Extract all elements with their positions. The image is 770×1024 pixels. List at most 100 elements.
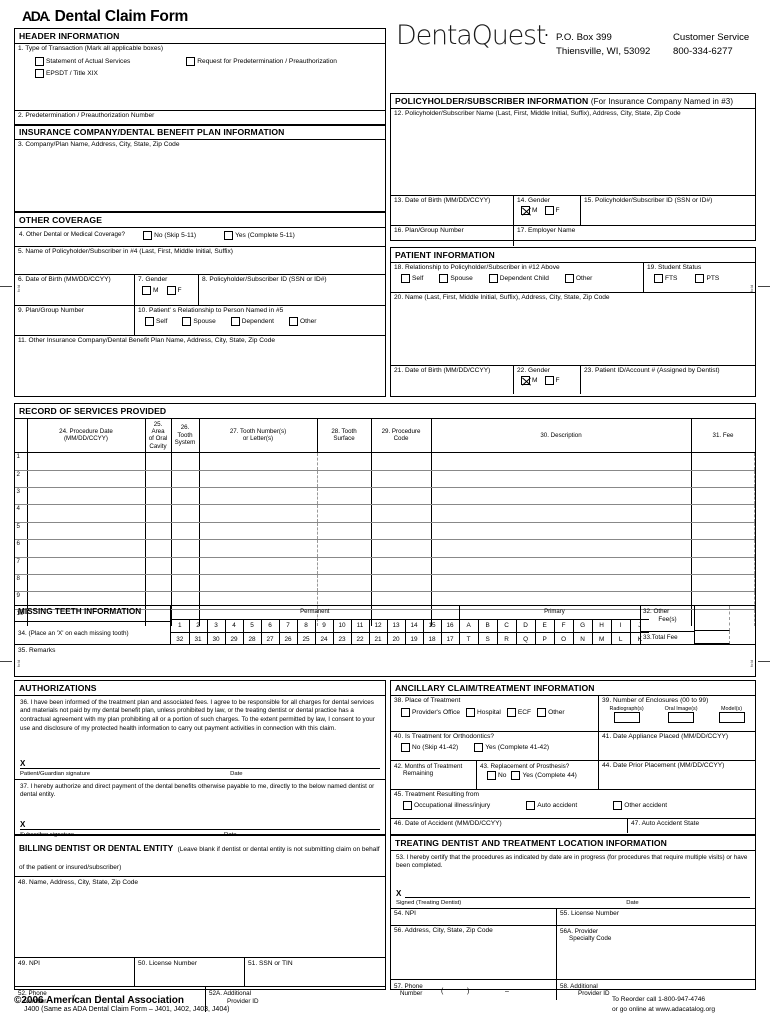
- table-row[interactable]: 5: [15, 522, 755, 541]
- table-row[interactable]: 1: [15, 452, 755, 471]
- checkbox-icon[interactable]: [401, 274, 410, 284]
- checkbox-icon[interactable]: [521, 206, 530, 216]
- checkbox-gender-male[interactable]: M: [142, 286, 161, 296]
- cell-procedure-date[interactable]: [27, 557, 146, 575]
- checkbox-icon[interactable]: [487, 771, 496, 781]
- cell-area[interactable]: [145, 470, 172, 489]
- field-11-other-insurance-company[interactable]: 11. Other Insurance Company/Dental Benef…: [15, 336, 385, 383]
- cell-area[interactable]: [145, 504, 172, 523]
- checkbox-statement-of-actual-services[interactable]: Statement of Actual Services: [35, 57, 132, 67]
- tooth-cell[interactable]: E: [535, 619, 555, 633]
- field-53-signature-line[interactable]: [405, 896, 750, 898]
- tooth-cell[interactable]: 11: [351, 619, 370, 633]
- cell-system[interactable]: [171, 557, 200, 575]
- cell-fee[interactable]: [691, 470, 755, 489]
- cell-description[interactable]: [431, 452, 692, 471]
- field-35-remarks[interactable]: 35. Remarks: [15, 644, 755, 676]
- cell-area[interactable]: [145, 487, 172, 506]
- cell-description[interactable]: [431, 522, 692, 541]
- cell-procedure-code[interactable]: [371, 504, 432, 523]
- cell-tooth-number[interactable]: [199, 557, 318, 575]
- enclosure-input[interactable]: [718, 712, 745, 724]
- checkbox-icon[interactable]: [506, 708, 516, 718]
- field-56-address[interactable]: 56. Address, City, State, Zip Code: [391, 925, 557, 979]
- checkbox-epsdt-title-xix[interactable]: EPSDT / Title XIX: [35, 69, 100, 79]
- cell-procedure-date[interactable]: [27, 574, 146, 593]
- cell-tooth-number[interactable]: [199, 487, 318, 506]
- checkbox-ortho-yes[interactable]: Yes (Complete 41-42): [474, 743, 551, 753]
- checkbox-relationship-self[interactable]: Self: [145, 317, 169, 327]
- checkbox-gender-female[interactable]: F: [166, 286, 184, 296]
- checkbox-student-fts[interactable]: FTS: [654, 274, 679, 284]
- checkbox-relationship-other[interactable]: Other: [289, 317, 319, 327]
- cell-area[interactable]: [145, 452, 172, 471]
- checkbox-icon[interactable]: [403, 801, 412, 811]
- field-12-policyholder-name[interactable]: 12. Policyholder/Subscriber Name (Last, …: [391, 109, 755, 196]
- tooth-cell[interactable]: I: [611, 619, 631, 633]
- checkbox-occupational-illness[interactable]: Occupational illness/injury: [403, 801, 492, 811]
- cell-fee[interactable]: [691, 522, 755, 541]
- checkbox-patient-dependent-child[interactable]: Dependent Child: [488, 274, 551, 284]
- field-52a-additional-provider-id[interactable]: 52A. Additional Provider ID: [206, 987, 385, 1012]
- checkbox-icon[interactable]: [466, 708, 476, 718]
- cell-system[interactable]: [171, 452, 200, 471]
- field-20-patient-name[interactable]: 20. Name (Last, First, Middle Initial, S…: [391, 293, 755, 366]
- cell-description[interactable]: [431, 470, 692, 489]
- cell-fee[interactable]: [691, 557, 755, 575]
- cell-tooth-number[interactable]: [199, 522, 318, 541]
- checkbox-patient-other[interactable]: Other: [564, 274, 595, 284]
- field-51-ssn-or-tin[interactable]: 51. SSN or TIN: [245, 958, 385, 986]
- checkbox-icon[interactable]: [526, 801, 536, 811]
- cell-procedure-code[interactable]: [371, 522, 432, 541]
- cell-tooth-surface[interactable]: [317, 487, 372, 506]
- cell-tooth-number[interactable]: [199, 504, 318, 523]
- checkbox-other-coverage-no[interactable]: No (Skip 5-11): [143, 230, 198, 240]
- checkbox-prosthesis-no[interactable]: No: [487, 771, 508, 781]
- cell-tooth-surface[interactable]: [317, 539, 372, 558]
- checkbox-icon[interactable]: [401, 708, 410, 718]
- table-row[interactable]: 2: [15, 470, 755, 489]
- tooth-cell[interactable]: 10: [333, 619, 352, 633]
- checkbox-icon[interactable]: [224, 230, 234, 240]
- cell-system[interactable]: [171, 487, 200, 506]
- tooth-cell[interactable]: 7: [279, 619, 298, 633]
- cell-procedure-date[interactable]: [27, 487, 146, 506]
- checkbox-icon[interactable]: [488, 274, 498, 284]
- table-row[interactable]: 3: [15, 487, 755, 506]
- table-row[interactable]: 6: [15, 539, 755, 558]
- cell-tooth-number[interactable]: [199, 574, 318, 593]
- checkbox-relationship-spouse[interactable]: Spouse: [182, 317, 217, 327]
- cell-system[interactable]: [171, 574, 200, 593]
- cell-area[interactable]: [145, 574, 172, 593]
- cell-procedure-code[interactable]: [371, 574, 432, 593]
- checkbox-ecf[interactable]: ECF: [506, 708, 533, 718]
- field-15-policyholder-id[interactable]: 15. Policyholder/Subscriber ID (SSN or I…: [581, 196, 755, 225]
- tooth-cell[interactable]: B: [478, 619, 498, 633]
- field-56a-provider-specialty-code[interactable]: 56A. Provider Specialty Code: [557, 926, 755, 979]
- checkbox-prosthesis-yes[interactable]: Yes (Complete 44): [511, 771, 578, 781]
- tooth-cell[interactable]: 6: [261, 619, 280, 633]
- field-48-name-address[interactable]: 48. Name, Address, City, State, Zip Code: [15, 877, 385, 958]
- tooth-cell[interactable]: D: [516, 619, 536, 633]
- cell-tooth-number[interactable]: [199, 452, 318, 471]
- cell-tooth-surface[interactable]: [317, 504, 372, 523]
- tooth-cell[interactable]: 12: [369, 619, 388, 633]
- checkbox-icon[interactable]: [145, 317, 154, 327]
- checkbox-other-accident[interactable]: Other accident: [613, 801, 669, 811]
- checkbox-icon[interactable]: [186, 57, 196, 67]
- checkbox-icon[interactable]: [695, 274, 705, 284]
- tooth-cell[interactable]: 15: [423, 619, 442, 633]
- checkbox-icon[interactable]: [474, 743, 484, 753]
- cell-procedure-code[interactable]: [371, 452, 432, 471]
- field-37-signature-line[interactable]: [20, 828, 380, 830]
- cell-tooth-surface[interactable]: [317, 522, 372, 541]
- field-50-license-number[interactable]: 50. License Number: [135, 958, 245, 986]
- checkbox-providers-office[interactable]: Provider's Office: [401, 708, 462, 718]
- cell-area[interactable]: [145, 539, 172, 558]
- cell-procedure-date[interactable]: [27, 452, 146, 471]
- cell-tooth-number[interactable]: [199, 539, 318, 558]
- cell-fee[interactable]: [691, 487, 755, 506]
- cell-tooth-number[interactable]: [199, 470, 318, 489]
- field-41-date-appliance-placed[interactable]: 41. Date Appliance Placed (MM/DD/CCYY): [599, 732, 755, 760]
- field-6-date-of-birth[interactable]: 6. Date of Birth (MM/DD/CCYY): [15, 274, 135, 305]
